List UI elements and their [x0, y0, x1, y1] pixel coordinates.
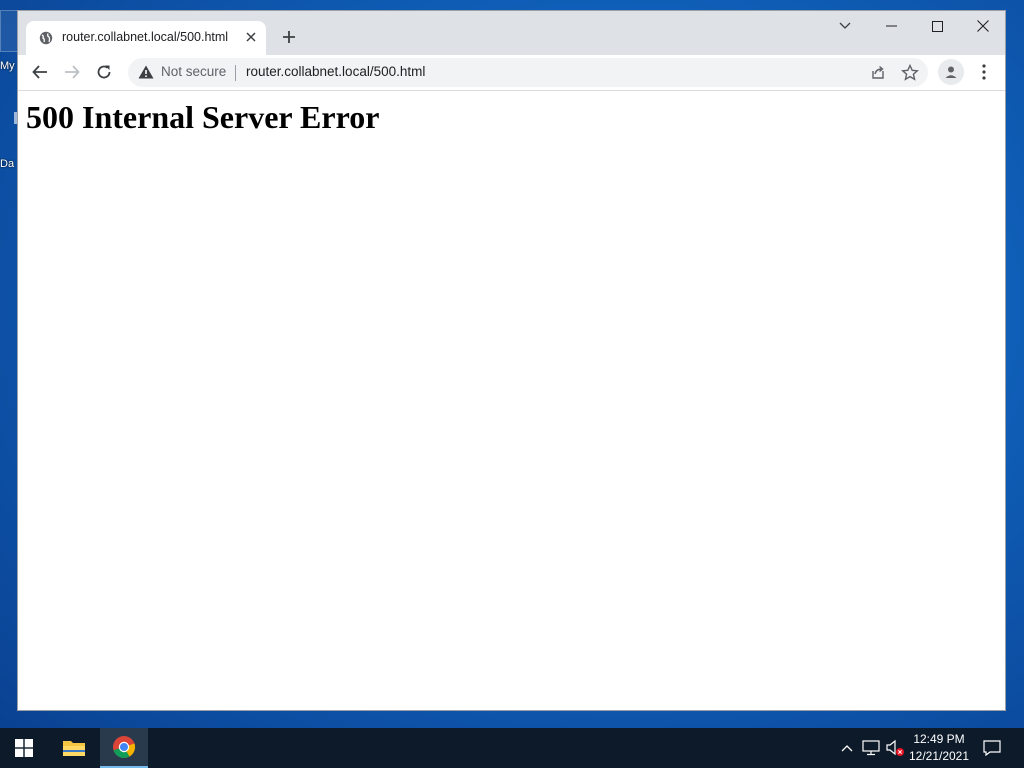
reload-icon[interactable] [90, 58, 118, 86]
more-vert-icon[interactable] [974, 59, 994, 85]
address-bar[interactable]: Not secure router.collabnet.local/500.ht… [128, 58, 928, 87]
desktop-icon-label: Da [0, 158, 15, 170]
browser-tab[interactable]: router.collabnet.local/500.html [26, 21, 266, 55]
profile-icon[interactable] [938, 59, 964, 85]
file-explorer-icon[interactable] [50, 728, 98, 768]
page-heading: 500 Internal Server Error [26, 99, 380, 135]
browser-window: router.collabnet.local/500.html Not secu… [17, 10, 1006, 711]
divider [235, 65, 236, 81]
clock-time: 12:49 PM [913, 732, 965, 746]
system-clock[interactable]: 12:49 PM 12/21/2021 [904, 731, 974, 765]
clock-date: 12/21/2021 [908, 749, 970, 763]
warning-icon[interactable] [138, 65, 154, 79]
back-arrow-icon[interactable] [26, 58, 54, 86]
share-icon[interactable] [868, 63, 888, 83]
desktop-icon-label: My [0, 60, 15, 72]
volume-muted-icon[interactable] [885, 738, 905, 758]
security-label[interactable]: Not secure [161, 64, 226, 79]
close-icon[interactable] [242, 28, 260, 46]
title-bar: router.collabnet.local/500.html [18, 11, 1005, 55]
url-text[interactable]: router.collabnet.local/500.html [246, 64, 425, 79]
chevron-up-icon[interactable] [837, 738, 857, 758]
chrome-icon[interactable] [100, 728, 148, 768]
page-content: 500 Internal Server Error [18, 91, 1005, 710]
notification-icon[interactable] [981, 738, 1003, 758]
minimize-icon[interactable] [868, 11, 914, 41]
chevron-down-icon[interactable] [822, 11, 868, 41]
globe-icon [39, 31, 53, 45]
maximize-icon[interactable] [914, 11, 960, 41]
network-icon[interactable] [861, 738, 881, 758]
star-icon[interactable] [900, 63, 920, 83]
taskbar: 12:49 PM 12/21/2021 [0, 728, 1024, 768]
windows-start-icon[interactable] [0, 728, 48, 768]
forward-arrow-icon[interactable] [58, 58, 86, 86]
plus-icon[interactable] [278, 26, 300, 48]
desktop-icon-my-computer[interactable] [0, 10, 18, 52]
tab-title: router.collabnet.local/500.html [62, 30, 229, 44]
toolbar: Not secure router.collabnet.local/500.ht… [18, 55, 1005, 91]
close-window-icon[interactable] [960, 11, 1006, 41]
